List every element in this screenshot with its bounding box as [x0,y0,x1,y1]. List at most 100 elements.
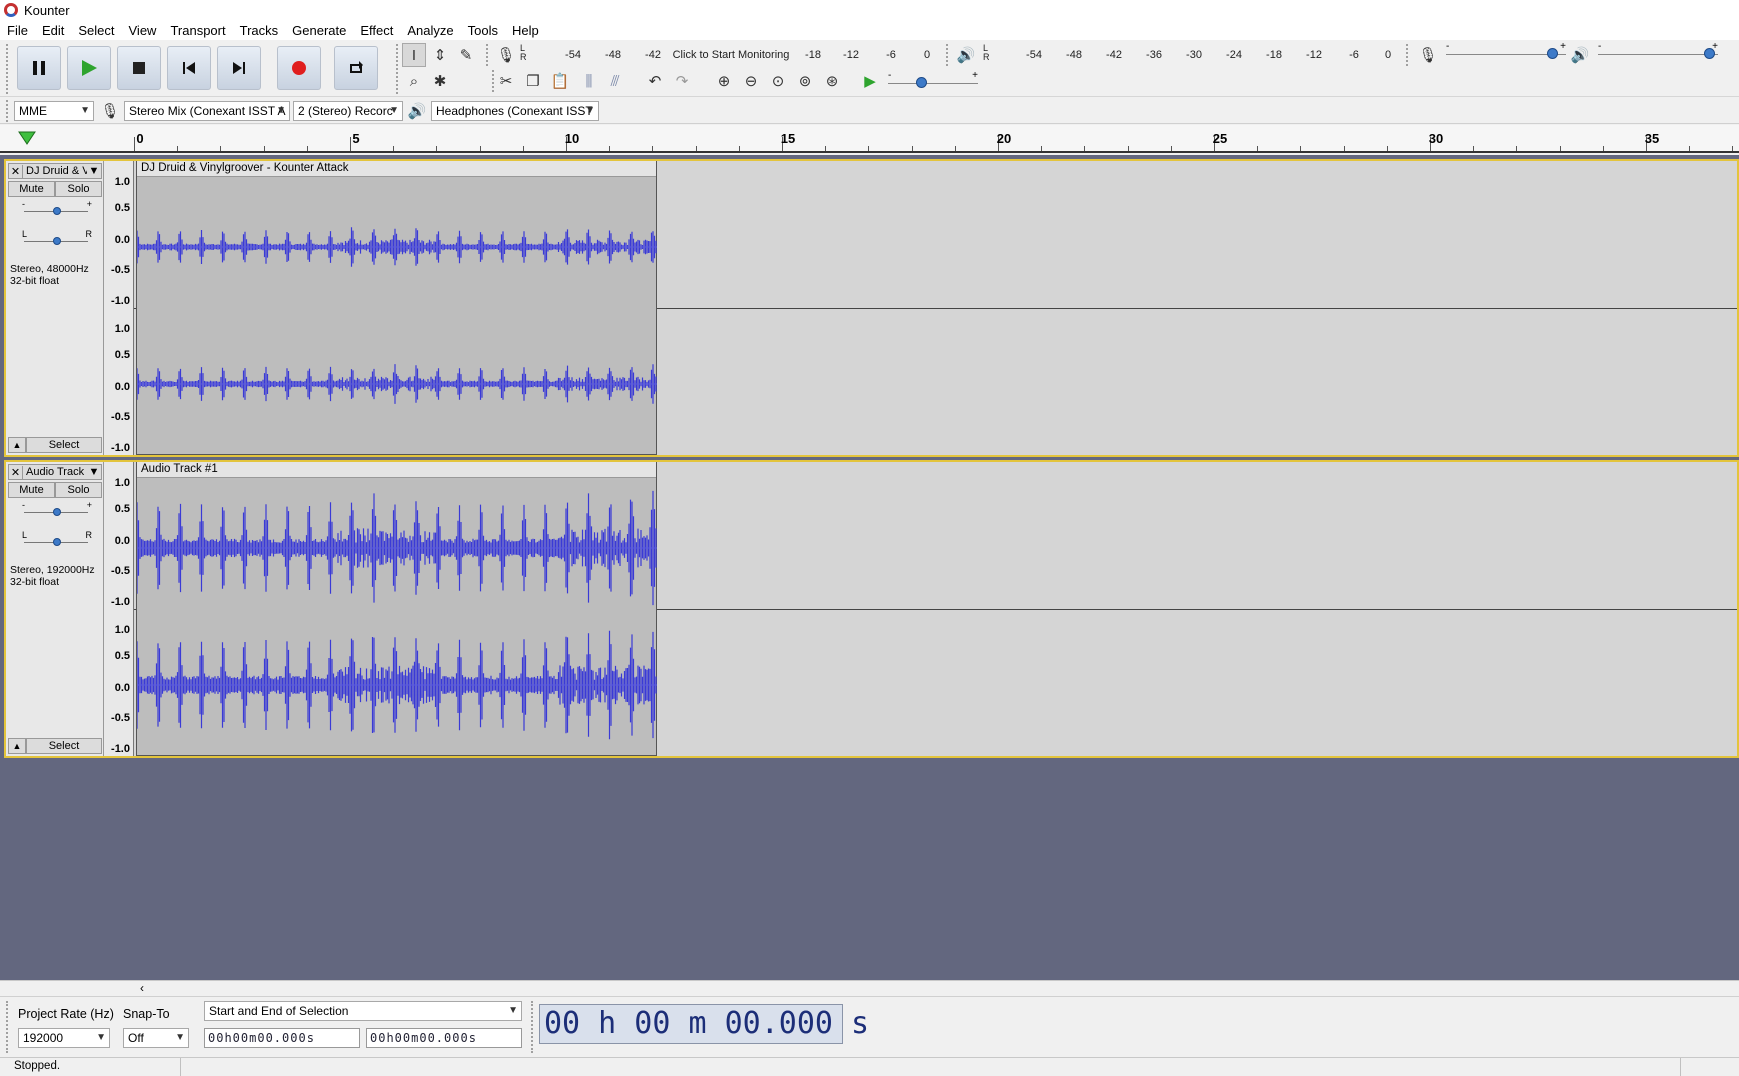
menu-help[interactable]: Help [505,23,546,38]
fit-selection-icon[interactable]: ⊙ [766,69,790,93]
undo-icon[interactable]: ↶ [643,69,667,93]
redo-icon[interactable]: ↷ [670,69,694,93]
playback-meter[interactable]: -54 -48 -42 -36 -30 -24 -18 -12 -6 0 [995,44,1395,64]
close-track-icon[interactable]: ✕ [9,465,23,479]
menu-effect[interactable]: Effect [353,23,400,38]
menu-transport[interactable]: Transport [163,23,232,38]
playback-device-select[interactable]: Headphones (Conexant ISST ▼ [431,101,599,121]
toolbar-grip[interactable] [6,100,10,122]
record-meter-microphone-icon[interactable]: 🎙 [494,43,518,67]
audio-host-select[interactable]: MME ▼ [14,101,94,121]
solo-button[interactable]: Solo [55,181,102,197]
record-meter-prompt[interactable]: Click to Start Monitoring [673,49,790,61]
toolbar-grip[interactable] [486,44,490,66]
toolbar-grip[interactable] [1406,44,1410,66]
audio-track-2[interactable]: ✕ Audio Track ▼ Mute Solo - + L R Stereo… [4,460,1739,758]
menu-file[interactable]: File [0,23,35,38]
menu-edit[interactable]: Edit [35,23,71,38]
slider-knob[interactable] [53,207,61,215]
draw-tool-icon[interactable]: ✎ [454,43,478,67]
selection-mode-select[interactable]: Start and End of Selection ▼ [204,1001,522,1021]
record-button[interactable] [277,46,321,90]
mute-button[interactable]: Mute [8,482,55,498]
waveform[interactable] [137,161,657,455]
playback-meter-speaker-icon[interactable]: 🔊 [954,43,978,67]
pause-button[interactable] [17,46,61,90]
menu-view[interactable]: View [122,23,164,38]
toolbar-grip[interactable] [6,1001,10,1053]
trim-audio-icon[interactable]: ⫼ [577,69,601,93]
waveform[interactable] [137,462,657,756]
fit-project-icon[interactable]: ⊚ [793,69,817,93]
amplitude-scale-right[interactable]: 1.0 0.5 0.0 -0.5 -1.0 [104,308,134,455]
track-area[interactable]: ✕ DJ Druid & Vi ▼ Mute Solo - + L R Ster… [0,155,1739,980]
zoom-out-icon[interactable]: ⊖ [739,69,763,93]
zoom-in-icon[interactable]: ⊕ [712,69,736,93]
select-track-button[interactable]: Select [26,738,102,754]
track-menu-dropdown-icon[interactable]: ▼ [87,466,101,478]
collapse-track-icon[interactable]: ▲ [8,738,26,754]
scroll-left-icon[interactable]: ‹ [140,981,144,995]
envelope-tool-icon[interactable]: ⇕ [428,43,452,67]
track-name-menu[interactable]: Audio Track [23,466,87,478]
menu-tracks[interactable]: Tracks [233,23,286,38]
play-at-speed-icon[interactable]: ▶ [858,69,882,93]
gain-slider[interactable]: - + [16,500,96,518]
toolbar-grip[interactable] [531,1001,535,1053]
zoom-tool-icon[interactable]: ⌕ [402,69,426,93]
menu-analyze[interactable]: Analyze [400,23,460,38]
skip-to-end-button[interactable] [217,46,261,90]
amplitude-scale-left[interactable]: 1.0 0.5 0.0 -0.5 -1.0 [104,161,134,308]
timeline-options-icon[interactable] [18,130,36,146]
recording-volume-slider[interactable]: - + [1446,41,1566,64]
collapse-track-icon[interactable]: ▲ [8,437,26,453]
stop-button[interactable] [117,46,161,90]
multi-tool-icon[interactable]: ✱ [428,69,452,93]
pan-slider[interactable]: L R [16,530,96,548]
slider-knob[interactable] [1704,48,1715,59]
timeline-ruler[interactable]: 0 5 10 15 20 25 30 35 [0,125,1739,153]
snap-to-select[interactable]: Off ▼ [123,1028,189,1048]
copy-icon[interactable]: ❐ [521,69,545,93]
selection-end-time[interactable]: 00h00m00.000s [366,1028,522,1048]
paste-icon[interactable]: 📋 [548,69,572,93]
slider-knob[interactable] [53,237,61,245]
menu-tools[interactable]: Tools [461,23,505,38]
track-control-panel[interactable]: ✕ Audio Track ▼ Mute Solo - + L R Stereo… [6,462,104,756]
amplitude-scale-left[interactable]: 1.0 0.5 0.0 -0.5 -1.0 [104,462,134,609]
track-control-panel[interactable]: ✕ DJ Druid & Vi ▼ Mute Solo - + L R Ster… [6,161,104,455]
slider-knob[interactable] [53,538,61,546]
slider-knob[interactable] [1547,48,1559,59]
solo-button[interactable]: Solo [55,482,102,498]
toolbar-grip[interactable] [946,44,950,66]
project-rate-select[interactable]: 192000 ▼ [18,1028,110,1048]
record-meter[interactable]: -54 -48 -42 Click to Start Monitoring -1… [535,44,935,64]
horizontal-scrollbar[interactable]: ‹ [0,980,1739,995]
play-button[interactable] [67,46,111,90]
zoom-toggle-icon[interactable]: ⊛ [820,69,844,93]
recording-channels-select[interactable]: 2 (Stereo) Recorc ▼ [293,101,403,121]
slider-knob[interactable] [916,77,928,88]
audio-track-1[interactable]: ✕ DJ Druid & Vi ▼ Mute Solo - + L R Ster… [4,159,1739,457]
toolbar-grip[interactable] [6,44,10,94]
track-name-menu[interactable]: DJ Druid & Vi [23,165,87,177]
loop-button[interactable] [334,46,378,90]
audio-position-display[interactable]: 00 h 00 m 00.000 s [539,1004,869,1044]
slider-knob[interactable] [53,508,61,516]
track-menu-dropdown-icon[interactable]: ▼ [87,165,101,177]
skip-to-start-button[interactable] [167,46,211,90]
select-track-button[interactable]: Select [26,437,102,453]
selection-start-time[interactable]: 00h00m00.000s [204,1028,360,1048]
selection-tool-icon[interactable]: I [402,43,426,67]
amplitude-scale-right[interactable]: 1.0 0.5 0.0 -0.5 -1.0 [104,609,134,756]
menu-generate[interactable]: Generate [285,23,353,38]
menu-select[interactable]: Select [71,23,121,38]
toolbar-grip[interactable] [396,44,400,94]
mute-button[interactable]: Mute [8,181,55,197]
cut-icon[interactable]: ✂ [494,69,518,93]
play-at-speed-slider[interactable]: - + [888,70,978,93]
recording-device-select[interactable]: Stereo Mix (Conexant ISST A ▼ [124,101,290,121]
close-track-icon[interactable]: ✕ [9,164,23,178]
playback-volume-slider[interactable]: - + [1598,41,1718,64]
pan-slider[interactable]: L R [16,229,96,247]
